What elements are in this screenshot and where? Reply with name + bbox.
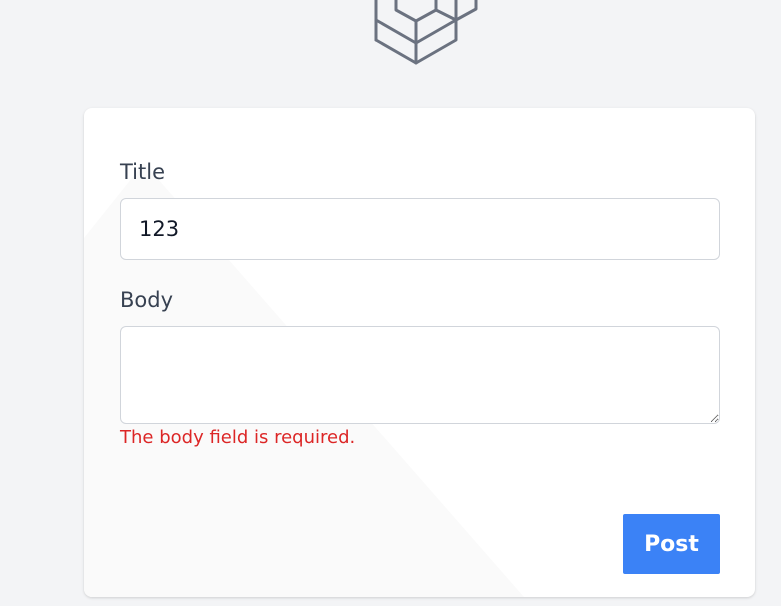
title-input[interactable]: [120, 198, 720, 260]
body-label: Body: [120, 288, 174, 312]
post-form-card: Title Body The body field is required. P…: [84, 108, 755, 597]
body-textarea[interactable]: [120, 326, 720, 424]
laravel-logo-icon: [374, 0, 478, 65]
post-button[interactable]: Post: [623, 514, 720, 574]
title-label: Title: [120, 160, 166, 184]
body-error-message: The body field is required.: [120, 427, 356, 448]
